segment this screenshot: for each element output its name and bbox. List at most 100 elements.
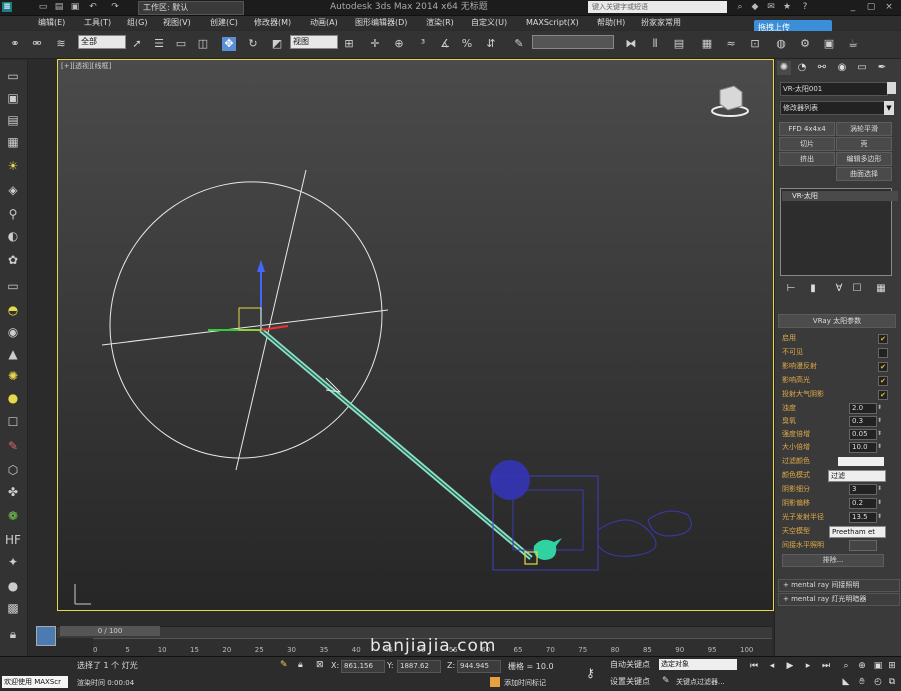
pin-stack-icon[interactable]: ⊢ [784,282,798,296]
exclude-button[interactable]: 排除... [782,554,884,567]
unlink-icon[interactable]: ⚮ [30,37,44,51]
selection-region-icon[interactable]: ▭ [174,37,188,51]
filter-color-swatch[interactable] [838,457,884,466]
menu-views[interactable]: 视图(V) [163,17,191,29]
modifier-button-turbosmooth[interactable]: 涡轮平滑 [836,122,892,136]
previous-frame-icon[interactable]: ◂ [766,660,778,672]
selection-lock-icon[interactable]: 🔒︎ [298,660,303,670]
menu-tools[interactable]: 工具(T) [84,17,111,29]
star-icon[interactable]: ★ [782,2,792,12]
vray-sun-rollout-header[interactable]: VRay 太阳参数 [778,314,896,328]
time-slider-handle[interactable]: 0 / 100 [60,626,160,636]
modifier-button-shell[interactable]: 壳 [836,137,892,151]
render-production-icon[interactable]: ☕ [846,37,860,51]
param-affect-specular-checkbox[interactable]: ✔ [878,376,888,386]
auto-key-button[interactable]: 自动关键点 [610,659,656,671]
param-affect-diffuse-checkbox[interactable]: ✔ [878,362,888,372]
systems-icon[interactable]: ✿ [5,252,21,268]
mirror-icon[interactable]: ⧓ [624,37,638,51]
snaps-toggle-icon[interactable]: ³ [416,37,430,51]
configure-sets-icon[interactable]: ▦ [874,282,888,296]
spacewarp-icon[interactable]: ◐ [5,228,21,244]
edit-named-selection-icon[interactable]: ✎ [512,37,526,51]
mental-ray-shader-rollout[interactable]: + mental ray 灯光明暗器 [778,593,900,606]
open-file-icon[interactable]: ▤ [54,2,64,12]
object-name-field[interactable]: VR-太阳001 [780,82,888,96]
rendered-frame-icon[interactable]: ▣ [822,37,836,51]
create-tab-icon[interactable]: ✺ [777,61,791,75]
redo-icon[interactable]: ↷ [110,2,120,12]
material-editor-icon[interactable]: ◍ [774,37,788,51]
remove-modifier-icon[interactable]: ☐ [850,282,864,296]
key-icon[interactable]: ⚷ [586,666,595,680]
modifier-stack[interactable] [780,188,892,276]
communication-icon[interactable]: ✉ [766,2,776,12]
modifier-list-arrow-icon[interactable]: ▼ [884,101,894,115]
sky-icon[interactable]: ✦ [5,554,21,570]
maximize-viewport-icon[interactable]: ⊞ [886,660,898,672]
vray-sphere-icon[interactable]: ✤ [5,484,21,500]
key-filters-button[interactable]: 关键点过滤器... [676,677,725,687]
render-setup-icon[interactable]: ⚙ [798,37,812,51]
goto-start-icon[interactable]: ⏮ [748,660,760,672]
scale-icon[interactable]: ◩ [270,37,284,51]
x-coordinate-field[interactable]: 861.156 [341,660,385,673]
set-key-button[interactable]: 设置关键点 [610,676,656,688]
dome-light-icon[interactable]: ◓ [5,302,21,318]
sphere-icon[interactable]: ● [5,578,21,594]
viewport-label[interactable]: [+][透视][线框] [61,61,111,71]
menu-animation[interactable]: 动画(A) [310,17,338,29]
spinner-snap-icon[interactable]: ⇵ [484,37,498,51]
create-camera-icon[interactable]: ◈ [5,182,21,198]
param-enabled-checkbox[interactable]: ✔ [878,334,888,344]
helper-icon[interactable]: ⚲ [5,206,21,222]
create-shape-icon[interactable]: ▤ [5,112,21,128]
z-coordinate-field[interactable]: 944.945 [457,660,501,673]
object-color-swatch[interactable] [887,82,896,94]
sun-light-icon[interactable]: ✺ [5,368,21,384]
spinner-arrows-icon[interactable]: ⬍ [877,442,883,451]
menu-help[interactable]: 帮助(H) [597,17,625,29]
key-mode-icon[interactable]: ✎ [662,676,670,686]
make-unique-icon[interactable]: ∀ [832,282,846,296]
menu-create[interactable]: 创建(C) [210,17,238,29]
utilities-tab-icon[interactable]: ✒ [875,61,889,75]
perspective-viewport[interactable] [57,59,774,611]
modifier-button-slice[interactable]: 切片 [779,137,835,151]
param-size-spinner[interactable]: 10.0 [849,442,877,453]
create-light-icon[interactable]: ☀ [5,158,21,174]
mental-ray-indirect-rollout[interactable]: + mental ray 间接照明 [778,579,900,592]
motion-tab-icon[interactable]: ◉ [835,61,849,75]
zoom-extents-icon[interactable]: ▣ [872,660,884,672]
isolate-icon[interactable]: ✎ [280,660,288,670]
viewport-toggle-icon[interactable]: ⧉ [886,676,898,688]
new-file-icon[interactable]: ▭ [38,2,48,12]
workspace-dropdown[interactable]: 工作区: 默认 [138,1,244,15]
modifier-button-extrude[interactable]: 挤出 [779,152,835,166]
percent-snap-icon[interactable]: % [460,37,474,51]
ies-light-icon[interactable]: ◉ [5,324,21,340]
modifier-button-ffd[interactable]: FFD 4x4x4 [779,122,835,136]
move-icon[interactable]: ✥ [222,37,236,51]
param-atmos-shadows-checkbox[interactable]: ✔ [878,390,888,400]
align-icon[interactable]: ⫴ [648,37,662,51]
menu-customize[interactable]: 自定义(U) [471,17,507,29]
ribbon-icon[interactable]: ▦ [700,37,714,51]
select-manipulate-icon[interactable]: ✛ [368,37,382,51]
search-icon[interactable]: ⌕ [735,2,745,12]
link-icon[interactable]: ⚭ [8,37,22,51]
bind-space-warp-icon[interactable]: ≋ [54,37,68,51]
param-photon-radius-spinner[interactable]: 13.5 [849,512,877,523]
modifier-list-dropdown[interactable]: 修改器列表 [780,101,888,115]
sphere-light-icon[interactable]: ● [5,390,21,406]
menu-modifiers[interactable]: 修改器(M) [254,17,291,29]
spinner-arrows-icon[interactable]: ⬍ [877,498,883,507]
create-box-icon[interactable]: ▭ [5,68,21,84]
field-of-view-icon[interactable]: ◣ [840,676,852,688]
menu-banjiajia[interactable]: 扮家家常用 [641,17,681,29]
param-shadow-subdivs-spinner[interactable]: 3 [849,484,877,495]
selection-filter-dropdown[interactable]: 全部 [78,35,126,49]
menu-maxscript[interactable]: MAXScript(X) [526,17,579,29]
subscription-icon[interactable]: ◆ [750,2,760,12]
spinner-arrows-icon[interactable]: ⬍ [877,512,883,521]
